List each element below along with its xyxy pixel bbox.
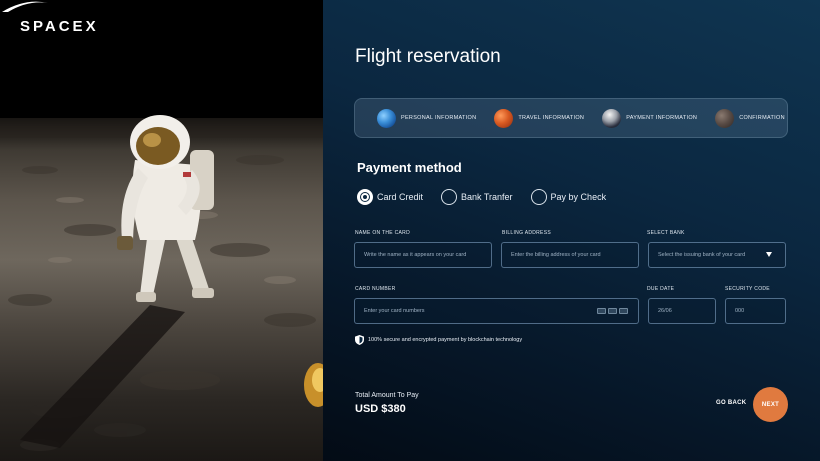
step-payment-information[interactable]: PAYMENT INFORMATION bbox=[602, 108, 698, 128]
step-personal-information[interactable]: PERSONAL INFORMATION bbox=[377, 108, 477, 128]
chevron-down-icon bbox=[766, 252, 772, 257]
step-confirmation[interactable]: CONFIRMATION bbox=[715, 108, 785, 128]
select-bank-placeholder: Select the issuing bank of your card bbox=[658, 252, 746, 258]
step-label: PAYMENT INFORMATION bbox=[626, 115, 698, 121]
credit-card-icon bbox=[608, 308, 617, 314]
payment-method-options: Card Credit Bank Tranfer Pay by Check bbox=[357, 189, 624, 205]
card-number-placeholder: Enter your card numbers bbox=[364, 308, 425, 314]
shield-icon bbox=[355, 335, 364, 345]
mars-icon bbox=[494, 108, 514, 128]
select-bank-dropdown[interactable]: Select the issuing bank of your card bbox=[648, 242, 786, 268]
astronaut-moon-photo: SPACEX bbox=[0, 0, 323, 461]
step-label: CONFIRMATION bbox=[739, 115, 785, 121]
radio-unchecked-icon bbox=[530, 189, 547, 205]
earth-icon bbox=[377, 108, 396, 128]
moon-icon bbox=[602, 108, 622, 128]
name-on-card-placeholder: Write the name as it appears on your car… bbox=[364, 252, 467, 258]
billing-address-input[interactable]: Enter the billing address of your card bbox=[501, 242, 639, 268]
progress-steps: PERSONAL INFORMATION TRAVEL INFORMATION … bbox=[354, 98, 788, 138]
next-button-label: NEXT bbox=[761, 401, 780, 408]
step-label: TRAVEL INFORMATION bbox=[518, 115, 585, 121]
radio-pay-by-check[interactable]: Pay by Check bbox=[530, 189, 607, 205]
secure-payment-note: 100% secure and encrypted payment by blo… bbox=[355, 335, 522, 345]
security-code-placeholder: 000 bbox=[735, 308, 745, 314]
security-code-label: SECURITY CODE bbox=[725, 286, 770, 292]
credit-card-icon bbox=[619, 308, 628, 314]
card-number-input[interactable]: Enter your card numbers bbox=[354, 298, 639, 324]
asteroid-icon bbox=[715, 108, 735, 128]
step-travel-information[interactable]: TRAVEL INFORMATION bbox=[494, 108, 585, 128]
due-date-label: DUE DATE bbox=[647, 286, 675, 292]
security-code-input[interactable]: 000 bbox=[725, 298, 786, 324]
radio-bank-transfer[interactable]: Bank Tranfer bbox=[441, 189, 513, 205]
next-button[interactable]: NEXT bbox=[753, 387, 788, 422]
billing-address-label: BILLING ADDRESS bbox=[502, 230, 551, 236]
payment-method-title: Payment method bbox=[357, 160, 462, 175]
radio-checked-icon bbox=[357, 189, 373, 205]
due-date-input[interactable]: 26/06 bbox=[648, 298, 716, 324]
name-on-card-input[interactable]: Write the name as it appears on your car… bbox=[354, 242, 492, 268]
select-bank-label: SELECT BANK bbox=[647, 230, 685, 236]
total-amount-label: Total Amount To Pay bbox=[355, 392, 419, 399]
credit-card-icon bbox=[597, 308, 606, 314]
name-on-card-label: NAME ON THE CARD bbox=[355, 230, 410, 236]
radio-label: Bank Tranfer bbox=[461, 192, 513, 202]
radio-label: Pay by Check bbox=[550, 192, 607, 202]
radio-unchecked-icon bbox=[441, 189, 458, 205]
card-brand-icons bbox=[595, 308, 628, 314]
radio-card-credit[interactable]: Card Credit bbox=[357, 189, 423, 205]
step-label: PERSONAL INFORMATION bbox=[401, 115, 477, 121]
go-back-button[interactable]: GO BACK bbox=[716, 400, 746, 406]
billing-address-placeholder: Enter the billing address of your card bbox=[511, 252, 601, 258]
spacex-logo: SPACEX bbox=[20, 18, 99, 35]
total-amount-value: USD $380 bbox=[355, 403, 406, 415]
page-title: Flight reservation bbox=[355, 46, 501, 67]
spacex-swoosh-icon bbox=[2, 1, 48, 12]
reservation-panel: Flight reservation PERSONAL INFORMATION … bbox=[323, 0, 820, 461]
radio-label: Card Credit bbox=[377, 192, 424, 202]
secure-payment-text: 100% secure and encrypted payment by blo… bbox=[368, 337, 523, 343]
due-date-placeholder: 26/06 bbox=[658, 308, 672, 314]
moon-surface-illustration bbox=[0, 115, 323, 451]
card-number-label: CARD NUMBER bbox=[355, 286, 396, 292]
